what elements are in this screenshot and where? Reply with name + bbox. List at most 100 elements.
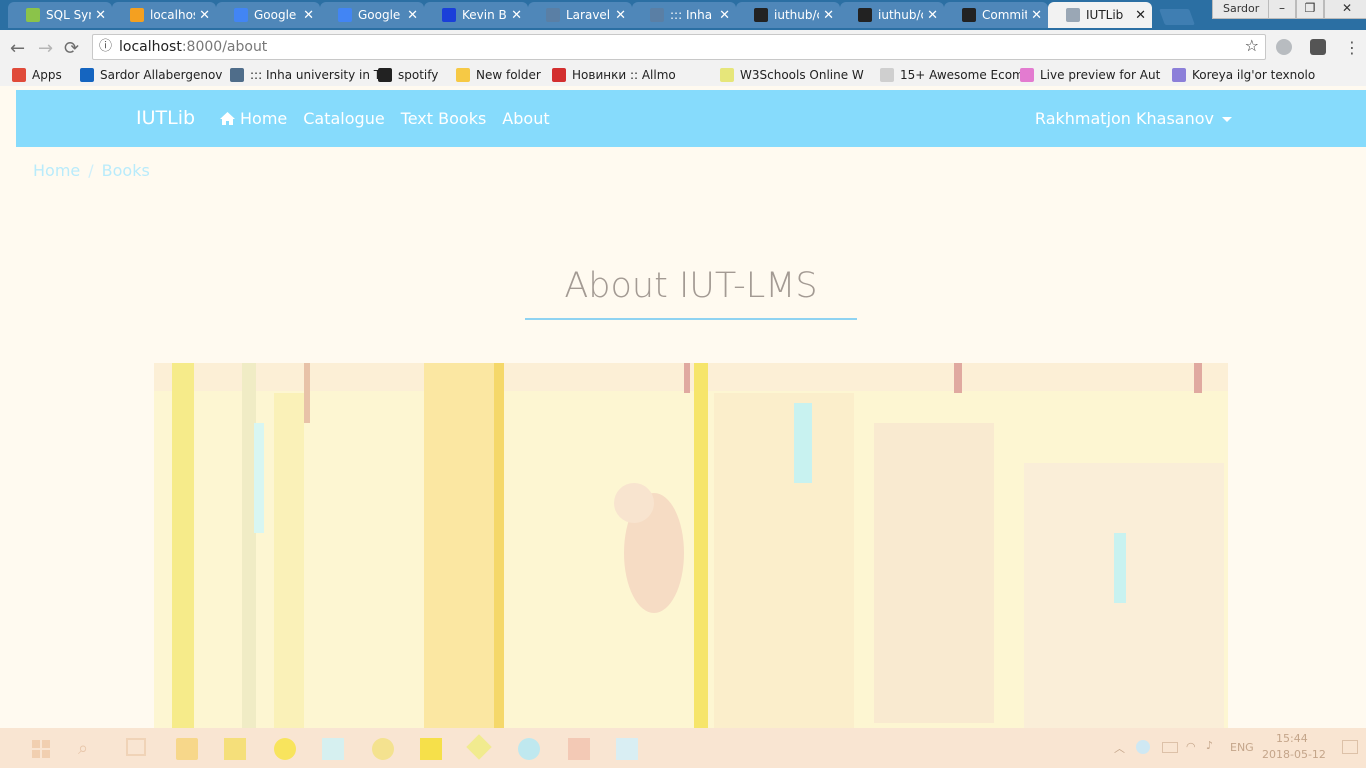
bookmark-label: 15+ Awesome Ecom	[900, 68, 1024, 82]
pdf-icon[interactable]	[568, 738, 590, 760]
browser-tab[interactable]: ::: Inha u ✕	[632, 2, 736, 28]
address-bar[interactable]: ⓘ localhost:8000/about ☆	[92, 34, 1266, 60]
browser-tab[interactable]: Google I ✕	[216, 2, 320, 28]
browser-tab[interactable]: iuthub/c ✕	[840, 2, 944, 28]
forward-icon[interactable]: →	[38, 38, 53, 59]
home-icon	[220, 112, 235, 125]
language-indicator[interactable]: ENG	[1230, 741, 1254, 754]
tab-close-icon[interactable]: ✕	[1031, 8, 1042, 23]
bookmark-item[interactable]: Sardor Allabergenov	[80, 68, 222, 82]
tab-favicon-icon	[858, 8, 872, 22]
tab-title: Google I	[358, 8, 404, 22]
search-icon[interactable]: ⌕	[78, 738, 100, 760]
nav-text-books[interactable]: Text Books	[401, 109, 487, 128]
battery-icon[interactable]	[1162, 742, 1178, 753]
breadcrumb-books[interactable]: Books	[102, 161, 150, 180]
nav-home[interactable]: Home	[219, 109, 287, 128]
site-info-icon[interactable]: ⓘ	[99, 35, 112, 59]
bookmark-item[interactable]: 15+ Awesome Ecom	[880, 68, 1024, 82]
minimize-button[interactable]: –	[1268, 0, 1296, 19]
bookmark-item[interactable]: spotify	[378, 68, 438, 82]
clock-date[interactable]: 2018-05-12	[1262, 748, 1326, 761]
back-icon[interactable]: ←	[10, 38, 25, 59]
maximize-button[interactable]: ❐	[1296, 0, 1324, 19]
browser-tab[interactable]: localhos ✕	[112, 2, 216, 28]
bookmark-item[interactable]: ::: Inha university in T	[230, 68, 381, 82]
browser-tab[interactable]: Laravel ✕	[528, 2, 632, 28]
tab-title: iuthub/c	[878, 8, 924, 22]
browser-tab[interactable]: iuthub/c ✕	[736, 2, 840, 28]
wifi-icon[interactable]: ◠	[1186, 740, 1196, 753]
browser-tab[interactable]: Google I ✕	[320, 2, 424, 28]
app-icon-3[interactable]	[616, 738, 638, 760]
bookmark-label: Sardor Allabergenov	[100, 68, 223, 82]
tab-close-icon[interactable]: ✕	[823, 8, 834, 23]
breadcrumb: Home / Books	[33, 161, 150, 180]
close-window-button[interactable]: ✕	[1324, 0, 1366, 19]
window-controls: – ❐ ✕	[1268, 0, 1366, 19]
tab-close-icon[interactable]: ✕	[719, 8, 730, 23]
site-navbar: IUTLib Home Catalogue Text Books About R…	[16, 90, 1366, 147]
browser-tab[interactable]: Kevin Ba ✕	[424, 2, 528, 28]
bookmark-icon	[80, 68, 94, 82]
file-explorer-icon[interactable]	[224, 738, 246, 760]
bookmark-item[interactable]: Apps	[12, 68, 62, 82]
tab-close-icon[interactable]: ✕	[407, 8, 418, 23]
reload-icon[interactable]: ⟳	[64, 38, 79, 59]
site-brand[interactable]: IUTLib	[136, 107, 195, 129]
bookmark-star-icon[interactable]: ☆	[1245, 34, 1259, 58]
tab-close-icon[interactable]: ✕	[615, 8, 626, 23]
tab-favicon-icon	[754, 8, 768, 22]
bookmark-icon	[1020, 68, 1034, 82]
browser-tab[interactable]: Commit ✕	[944, 2, 1048, 28]
browser-tab[interactable]: SQL Syn ✕	[8, 2, 112, 28]
volume-icon[interactable]: ♪	[1206, 739, 1213, 752]
tab-title: IUTLib	[1086, 8, 1124, 22]
breadcrumb-home[interactable]: Home	[33, 161, 80, 180]
app-icon-1[interactable]	[274, 738, 296, 760]
app-icon-2[interactable]	[466, 734, 492, 760]
chrome-icon[interactable]	[372, 738, 394, 760]
tab-close-icon[interactable]: ✕	[511, 8, 522, 23]
nav-about[interactable]: About	[502, 109, 549, 128]
tab-close-icon[interactable]: ✕	[927, 8, 938, 23]
start-icon[interactable]	[30, 738, 52, 760]
clock-time[interactable]: 15:44	[1276, 732, 1308, 745]
nav-catalogue[interactable]: Catalogue	[303, 109, 384, 128]
tab-close-icon[interactable]: ✕	[199, 8, 210, 23]
sublime-icon[interactable]	[420, 738, 442, 760]
bookmark-label: Новинки :: Allmo	[572, 68, 676, 82]
caret-down-icon	[1222, 117, 1232, 122]
tab-favicon-icon	[234, 8, 248, 22]
profile-button[interactable]: Sardor	[1212, 0, 1271, 19]
menu-icon[interactable]: ⋮	[1344, 38, 1360, 57]
telegram-icon[interactable]	[518, 738, 540, 760]
bookmark-item[interactable]: Новинки :: Allmo	[552, 68, 676, 82]
browser-tab[interactable]: IUTLib ✕	[1048, 2, 1152, 28]
store-icon[interactable]	[176, 738, 198, 760]
task-view-icon[interactable]	[126, 738, 146, 756]
onedrive-icon[interactable]	[1136, 740, 1150, 754]
bookmark-item[interactable]: Live preview for Aut	[1020, 68, 1160, 82]
tab-title: SQL Syn	[46, 8, 92, 22]
tab-title: Commit	[982, 8, 1028, 22]
chevron-up-icon[interactable]: ︿	[1114, 740, 1125, 756]
tab-title: localhos	[150, 8, 196, 22]
extension-icon[interactable]	[1276, 39, 1292, 55]
tab-close-icon[interactable]: ✕	[95, 8, 106, 23]
bookmark-item[interactable]: New folder	[456, 68, 541, 82]
tab-title: ::: Inha u	[670, 8, 715, 22]
page-margin	[0, 90, 16, 730]
windows-taskbar: ⌕ ︿ ◠ ♪ ENG 15:44 2018-05-12	[0, 728, 1366, 768]
bookmark-item[interactable]: W3Schools Online W	[720, 68, 864, 82]
extension-shield-icon[interactable]	[1310, 39, 1326, 55]
bookmark-label: W3Schools Online W	[740, 68, 864, 82]
new-tab-button[interactable]	[1159, 9, 1195, 25]
user-menu[interactable]: Rakhmatjon Khasanov	[1035, 109, 1232, 128]
bookmark-item[interactable]: Koreya ilg'or texnolo	[1172, 68, 1315, 82]
tab-close-icon[interactable]: ✕	[1135, 8, 1146, 23]
tab-close-icon[interactable]: ✕	[303, 8, 314, 23]
system-tray: ︿ ◠ ♪ ENG 15:44 2018-05-12	[1106, 728, 1366, 768]
notifications-icon[interactable]	[1342, 740, 1358, 754]
vscode-icon[interactable]	[322, 738, 344, 760]
